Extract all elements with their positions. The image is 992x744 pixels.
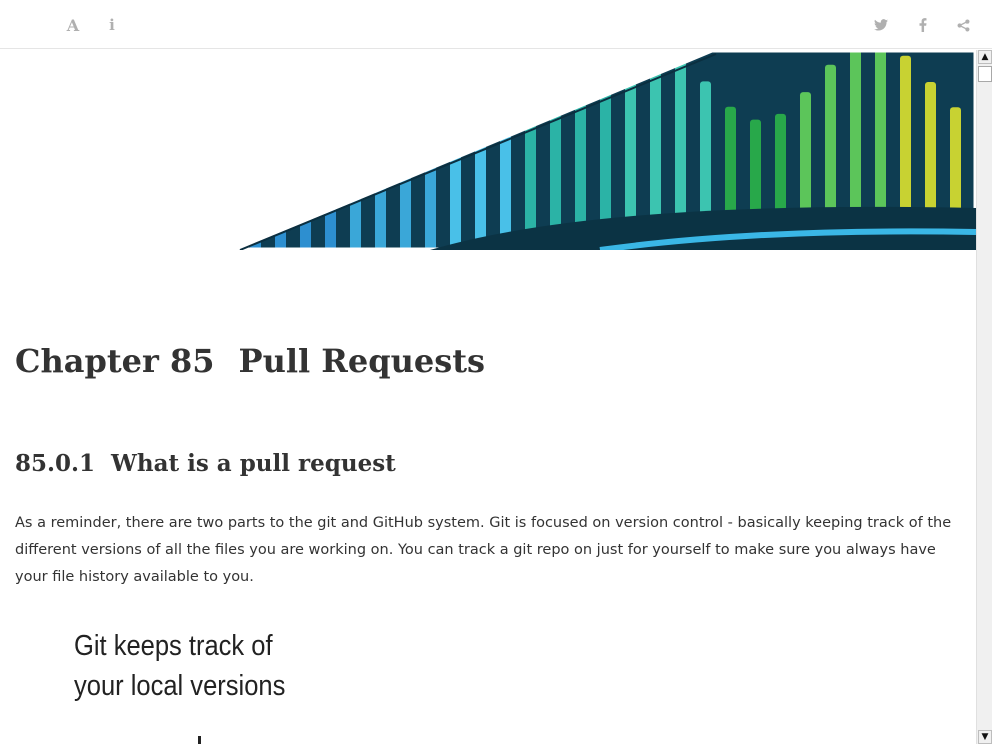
share-icon[interactable] <box>952 14 974 36</box>
font-settings-icon[interactable]: A <box>62 14 84 36</box>
figure-line-2: your local versions <box>74 670 286 702</box>
banner-bar <box>400 50 411 250</box>
scrollbar-thumb[interactable] <box>978 66 992 82</box>
chapter-number: Chapter 85 <box>15 342 215 380</box>
body-paragraph: As a reminder, there are two parts to th… <box>15 515 952 585</box>
banner-bar <box>425 50 436 250</box>
figure-line-1: Git keeps track of <box>74 630 273 662</box>
vertical-scrollbar[interactable]: ▲ ▼ <box>976 50 992 744</box>
book-toolbar: A i <box>0 0 992 49</box>
scroll-down-button[interactable]: ▼ <box>978 730 992 744</box>
git-diagram-figure: Git keeps track of your local versions <box>60 620 380 744</box>
twitter-glyph <box>874 19 888 31</box>
book-content: Chapter 85 Pull Requests 85.0.1 What is a … <box>0 50 976 744</box>
banner-bar <box>325 114 336 250</box>
banner-bar <box>375 65 386 250</box>
scroll-up-button[interactable]: ▲ <box>978 50 992 64</box>
facebook-glyph <box>919 18 927 32</box>
share-glyph <box>957 19 969 31</box>
info-icon[interactable]: i <box>101 14 123 36</box>
twitter-icon[interactable] <box>870 14 892 36</box>
section-title: 85.0.1 What is a pull request <box>15 450 396 477</box>
banner-bar <box>450 54 461 250</box>
figure-diagram-line <box>198 736 201 744</box>
figure-caption: Git keeps track of your local versions <box>74 626 285 706</box>
facebook-icon[interactable] <box>912 14 934 36</box>
chapter-title: Chapter 85 Pull Requests <box>15 342 485 380</box>
section-title-text: What is a pull request <box>111 450 396 477</box>
banner-bar <box>300 119 311 250</box>
chapter-banner-image <box>0 50 976 250</box>
section-number: 85.0.1 <box>15 450 96 477</box>
chapter-title-text: Pull Requests <box>238 342 486 380</box>
banner-bar <box>475 80 486 250</box>
banner-bar <box>500 106 511 250</box>
banner-bar <box>350 93 361 250</box>
banner-bar <box>250 80 261 250</box>
